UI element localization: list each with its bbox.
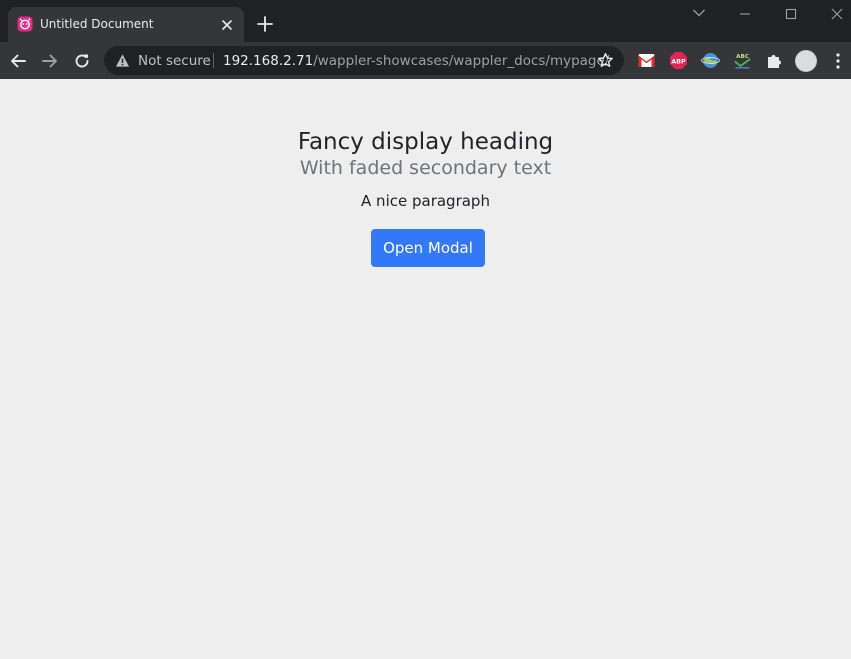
spellcheck-extension-icon[interactable]: ABC [733,51,752,70]
security-status-label[interactable]: Not secure [138,53,211,69]
window-close-icon[interactable] [830,7,844,21]
gmail-checker-icon[interactable] [637,51,656,70]
forward-arrow-icon[interactable] [41,52,59,70]
tab-strip: Untitled Document [0,0,851,42]
page-paragraph: A nice paragraph [361,192,490,210]
address-bar[interactable]: Not secure 192.168.2.71/wappler-showcase… [104,46,624,75]
minimize-icon[interactable] [738,8,752,20]
maximize-icon[interactable] [784,7,798,21]
url-host: 192.168.2.71 [223,53,314,69]
address-divider [213,53,214,68]
adblock-plus-icon[interactable]: ABP [669,51,688,70]
svg-text:ABP: ABP [671,57,686,65]
back-arrow-icon[interactable] [9,52,27,70]
wappler-icon [17,16,33,32]
browser-tab[interactable]: Untitled Document [8,7,244,42]
page-viewport: Fancy display heading With faded seconda… [0,79,851,659]
puzzle-extensions-icon[interactable] [765,51,784,70]
browser-toolbar: Not secure 192.168.2.71/wappler-showcase… [0,42,851,79]
new-tab-icon[interactable] [256,15,274,33]
chevron-down-icon[interactable] [692,8,706,18]
bookmark-star-icon[interactable] [597,52,614,69]
warning-icon[interactable] [115,53,130,68]
tab-title: Untitled Document [40,17,154,31]
svg-text:ABC: ABC [736,54,749,60]
globe-extension-icon[interactable] [701,51,720,70]
more-menu-icon[interactable] [830,52,846,70]
url-text[interactable]: 192.168.2.71/wappler-showcases/wappler_d… [223,53,609,69]
profile-avatar[interactable] [795,50,817,72]
page-subheading: With faded secondary text [299,157,552,179]
url-path: /wappler-showcases/wappler_docs/mypage/ [313,53,610,69]
page-heading: Fancy display heading [297,129,554,155]
close-tab-icon[interactable] [219,17,235,33]
reload-icon[interactable] [73,52,91,70]
open-modal-button[interactable]: Open Modal [371,229,485,267]
